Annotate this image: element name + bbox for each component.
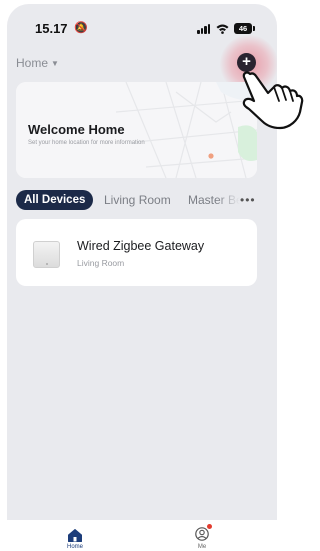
status-time: 15.17 — [35, 21, 68, 36]
welcome-card[interactable]: Welcome Home Set your home location for … — [16, 82, 257, 178]
home-selector-label: Home — [16, 56, 49, 70]
battery-icon: 46 — [234, 23, 255, 34]
nav-me-label: Me — [197, 544, 207, 550]
bell-muted-icon: 🔕 — [74, 22, 88, 34]
signal-icon — [197, 24, 211, 34]
welcome-title: Welcome Home — [28, 122, 125, 137]
more-icon[interactable]: ••• — [240, 190, 256, 210]
caret-down-icon: ▼ — [51, 58, 59, 68]
app-screen: 15.17 🔕 46 Home ▼ + Welcome Home Set you… — [7, 4, 277, 551]
pointing-hand-icon — [242, 71, 304, 130]
home-selector[interactable]: Home ▼ — [16, 56, 59, 70]
device-card[interactable]: Wired Zigbee Gateway Living Room — [16, 219, 257, 286]
notification-dot — [207, 524, 212, 529]
bottom-tab-bar: Home Me — [7, 520, 277, 551]
wifi-icon — [216, 24, 229, 34]
nav-home[interactable]: Home — [55, 522, 95, 551]
tab-living-room[interactable]: Living Room — [104, 190, 171, 210]
nav-me[interactable]: Me — [182, 522, 222, 551]
gateway-icon — [33, 241, 60, 268]
device-name: Wired Zigbee Gateway — [77, 239, 205, 253]
welcome-subtitle: Set your home location for more informat… — [28, 140, 145, 146]
nav-home-label: Home — [66, 544, 83, 550]
device-room: Living Room — [77, 258, 125, 268]
tab-all-devices[interactable]: All Devices — [16, 190, 94, 210]
home-icon — [68, 529, 82, 542]
room-tabs: All Devices Living Room Master Be ••• — [16, 190, 266, 210]
person-icon — [195, 527, 209, 541]
